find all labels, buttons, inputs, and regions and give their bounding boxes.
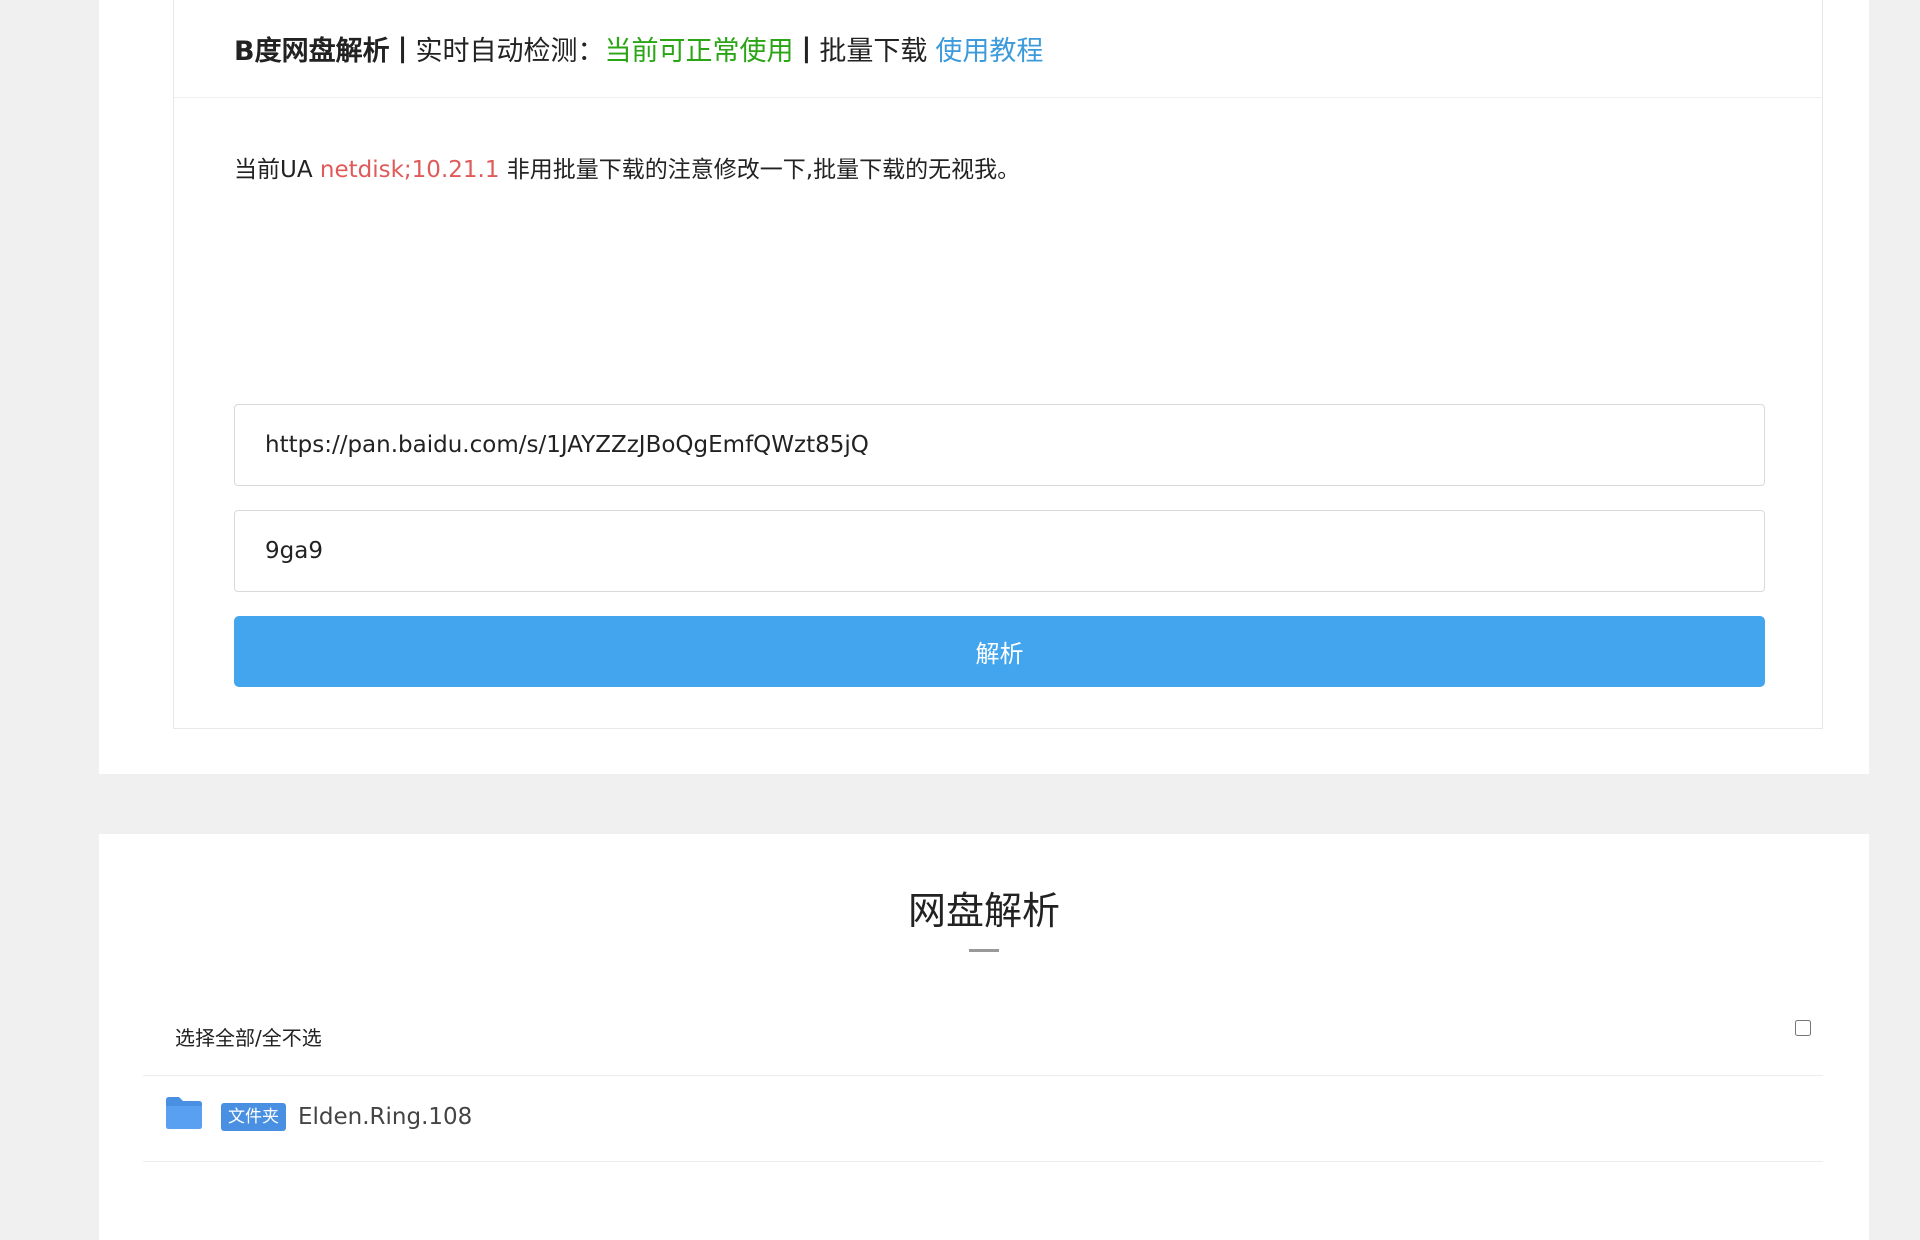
file-name[interactable]: Elden.Ring.108 (298, 1104, 472, 1130)
tutorial-link[interactable]: 使用教程 (935, 29, 1043, 68)
status-text: 当前可正常使用 (604, 36, 794, 67)
share-url-input[interactable] (234, 404, 1765, 486)
brand-title: B度网盘解析 (234, 36, 390, 67)
results-title: 网盘解析 (907, 889, 1060, 933)
parse-button[interactable]: 解析 (234, 616, 1765, 687)
batch-download-label: 批量下载 (819, 36, 928, 67)
header-separator: | (397, 33, 408, 64)
title-underline (969, 949, 999, 952)
parser-card: B度网盘解析 | 实时自动检测： 当前可正常使用 | 批量下载 使用教程 当前U… (173, 0, 1823, 729)
ua-value: netdisk;10.21.1 (319, 157, 500, 183)
header-separator-2: | (801, 33, 812, 64)
folder-icon (166, 1097, 202, 1129)
select-all-checkbox[interactable] (1795, 1020, 1811, 1036)
results-panel: 网盘解析 选择全部/全不选 文件夹 Elden.Ring.108 (99, 834, 1869, 1240)
share-password-input[interactable] (234, 510, 1765, 592)
select-all-label: 选择全部/全不选 (175, 1026, 322, 1050)
folder-tag: 文件夹 (221, 1103, 286, 1131)
parser-panel: B度网盘解析 | 实时自动检测： 当前可正常使用 | 批量下载 使用教程 当前U… (99, 0, 1869, 774)
select-all-row: 选择全部/全不选 (143, 994, 1823, 1076)
card-header: B度网盘解析 | 实时自动检测： 当前可正常使用 | 批量下载 使用教程 (174, 0, 1822, 98)
ua-prefix: 当前UA (234, 157, 313, 183)
detect-label: 实时自动检测： (415, 36, 605, 67)
ua-suffix: 非用批量下载的注意修改一下,批量下载的无视我。 (506, 157, 1021, 183)
list-item[interactable]: 文件夹 Elden.Ring.108 (143, 1078, 1823, 1162)
ua-notice: 当前UA netdisk;10.21.1 非用批量下载的注意修改一下,批量下载的… (234, 150, 1020, 184)
